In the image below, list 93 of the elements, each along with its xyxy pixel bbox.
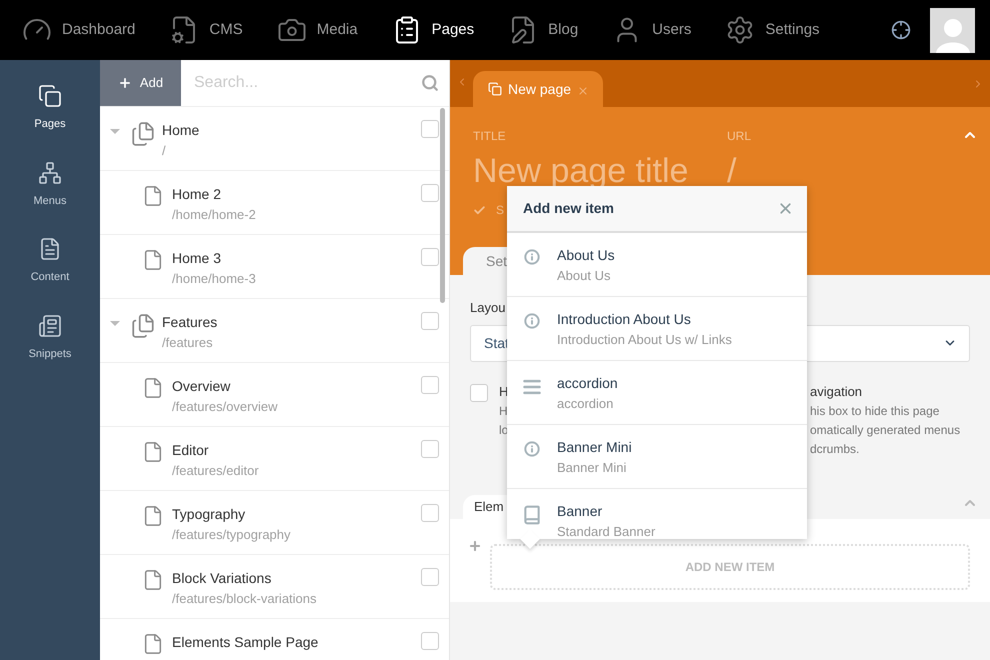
item-title: Introduction About Us	[557, 311, 692, 328]
info-icon	[524, 313, 540, 329]
newspaper-icon	[38, 314, 62, 338]
avatar[interactable]	[930, 8, 975, 52]
pages-icon	[38, 84, 62, 108]
page-icon	[142, 633, 164, 655]
page-title: Block Variations	[172, 569, 272, 587]
layout-label: Layou	[470, 299, 506, 317]
sidebar-item[interactable]: Snippets	[10, 314, 90, 362]
nav-item[interactable]: Pages	[392, 10, 474, 50]
page-path: /	[162, 143, 167, 159]
item-title: About Us	[557, 247, 615, 264]
item-subtitle: About Us	[557, 268, 612, 284]
book-icon	[522, 505, 542, 525]
checkbox[interactable]	[421, 184, 439, 202]
pages-icon	[488, 82, 502, 96]
page-title: Features	[162, 313, 218, 331]
modal-list-item[interactable]: Banner Mini Banner Mini	[507, 425, 807, 489]
item-subtitle: Introduction About Us w/ Links	[557, 332, 732, 348]
modal-list-item[interactable]: Banner Standard Banner	[507, 489, 807, 539]
page-title: Home 3	[172, 249, 222, 267]
pages-icon	[130, 313, 156, 339]
page-path: /features/editor	[172, 463, 260, 479]
caret-icon[interactable]	[110, 321, 120, 326]
caret-icon[interactable]	[110, 129, 120, 134]
info-icon	[524, 249, 540, 265]
help-text: his box to hide this page	[810, 402, 940, 418]
help-text: H	[499, 402, 508, 418]
check-icon	[473, 204, 486, 216]
item-title: Banner Mini	[557, 439, 632, 456]
help-text: omatically generated menus	[810, 422, 960, 438]
nav-item[interactable]: Dashboard	[22, 10, 136, 50]
item-subtitle: Standard Banner	[557, 524, 656, 540]
page-title: Overview	[172, 377, 232, 395]
page-title: Home	[162, 121, 200, 139]
item-title: Banner	[557, 503, 604, 520]
sidebar-item[interactable]: Menus	[10, 160, 90, 209]
sidebar-item[interactable]: Content	[10, 237, 90, 286]
sitemap-icon	[38, 160, 62, 184]
info-icon	[524, 441, 540, 457]
page-title: Elements Sample Page	[172, 633, 320, 651]
scrollbar-thumb[interactable]	[440, 108, 445, 303]
checkbox[interactable]	[421, 312, 439, 330]
lines-icon	[522, 377, 542, 397]
page-icon	[142, 377, 164, 399]
checkbox[interactable]	[421, 504, 439, 522]
page-path: /features/block-variations	[172, 591, 318, 607]
page-path: /home/home-2	[172, 207, 257, 223]
nav-item[interactable]: Media	[276, 10, 358, 50]
status-text: S	[496, 202, 504, 219]
plus-icon[interactable]	[468, 538, 482, 552]
item-title: accordion	[557, 375, 618, 392]
page-path: /home/home-3	[172, 271, 257, 287]
checkbox[interactable]	[421, 248, 439, 266]
page-path: /features	[162, 335, 214, 351]
help-text: dcrumbs.	[810, 440, 860, 456]
item-subtitle: accordion	[557, 396, 614, 412]
checkbox[interactable]	[421, 568, 439, 586]
modal-list-item[interactable]: Introduction About Us Introduction About Us w/ Links	[507, 297, 807, 361]
modal-list-item[interactable]: About Us About Us	[507, 233, 807, 297]
nav-item[interactable]: Users	[612, 10, 692, 50]
checkbox-label: avigation	[810, 384, 862, 400]
page-path: /features/typography	[172, 527, 292, 543]
add-button[interactable]: Add	[100, 60, 181, 106]
page-icon	[142, 441, 164, 463]
search-icon[interactable]	[421, 74, 439, 92]
page-icon	[142, 505, 164, 527]
url-label: URL	[727, 128, 752, 145]
checkbox[interactable]	[470, 384, 488, 402]
close-icon[interactable]	[577, 84, 590, 96]
pages-icon	[130, 121, 156, 147]
nav-item[interactable]: CMS	[169, 10, 243, 50]
plus-icon	[118, 76, 132, 90]
checkbox[interactable]	[421, 376, 439, 394]
crosshair-icon[interactable]	[891, 20, 911, 40]
page-icon	[142, 249, 164, 271]
modal-list-item[interactable]: accordion accordion	[507, 361, 807, 425]
modal-title: Add new item	[523, 199, 614, 218]
page-icon	[142, 569, 164, 591]
document-icon	[38, 237, 62, 261]
item-subtitle: Banner Mini	[557, 460, 628, 476]
page-path: /features/overview	[172, 399, 278, 415]
sidebar-item[interactable]: Pages	[10, 84, 90, 132]
checkbox[interactable]	[421, 440, 439, 458]
checkbox[interactable]	[421, 632, 439, 650]
nav-item[interactable]: Settings	[725, 10, 820, 50]
page-title: Typography	[172, 505, 246, 523]
checkbox[interactable]	[421, 120, 439, 138]
title-label: TITLE	[473, 128, 507, 145]
page-title: Home 2	[172, 185, 222, 203]
page-icon	[142, 185, 164, 207]
nav-item[interactable]: Blog	[508, 10, 578, 50]
page-title: Editor	[172, 441, 210, 459]
